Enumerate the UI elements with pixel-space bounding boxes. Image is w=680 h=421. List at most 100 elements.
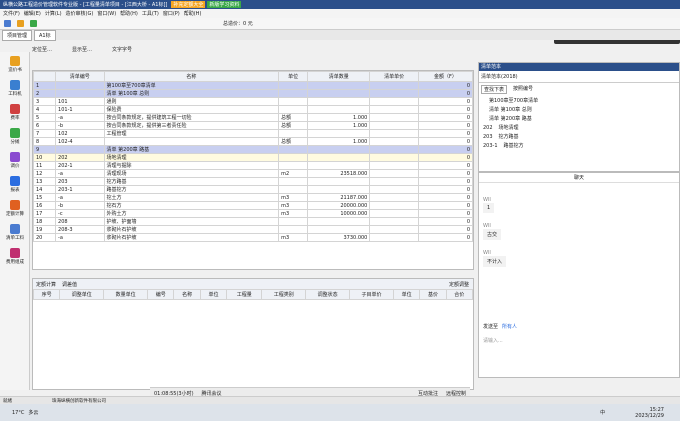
- cell-unit[interactable]: 总额: [278, 121, 309, 130]
- cell-name[interactable]: 第100章至700章清单: [103, 81, 280, 90]
- cell-price[interactable]: [369, 81, 419, 90]
- col-header[interactable]: 金额（F）: [417, 71, 473, 82]
- cell-price[interactable]: [369, 145, 419, 154]
- table-row[interactable]: 10 202 场地清理 0: [33, 153, 473, 162]
- sidebar-item-7[interactable]: 清单工料: [0, 220, 30, 244]
- cell-code[interactable]: [55, 89, 105, 98]
- cell-unit[interactable]: m3: [278, 193, 309, 202]
- cell-code[interactable]: 101-1: [55, 105, 105, 114]
- tab-quota-calc[interactable]: 定额计算: [36, 281, 56, 288]
- find-button[interactable]: 查找下表: [481, 85, 508, 94]
- sidebar-item-2[interactable]: 费率: [0, 100, 30, 124]
- cell-price[interactable]: [369, 169, 419, 178]
- chat-input[interactable]: 请输入...: [483, 337, 673, 367]
- cell-name[interactable]: 挖石方: [103, 201, 280, 210]
- table-row[interactable]: 19 208-3 浆砌片石护坡 0: [33, 225, 473, 234]
- cell-name[interactable]: 清单 第200章 路基: [103, 145, 280, 154]
- cell-qty[interactable]: 10000.000: [307, 209, 371, 218]
- menu-item-5[interactable]: 帮助(H): [120, 10, 138, 17]
- cell-unit[interactable]: 总额: [278, 113, 309, 122]
- cell-unit[interactable]: [278, 129, 309, 138]
- cell-price[interactable]: [369, 129, 419, 138]
- cell-code[interactable]: -b: [55, 121, 105, 130]
- cell-unit[interactable]: [278, 145, 309, 154]
- promo-button-1[interactable]: 补充定额大全: [171, 1, 206, 8]
- cell-price[interactable]: [369, 209, 419, 218]
- table-row[interactable]: 2 清单 第100章 总则 0: [33, 89, 473, 98]
- table-row[interactable]: 13 203 挖方路基 0: [33, 177, 473, 186]
- cell-price[interactable]: [369, 153, 419, 162]
- table-row[interactable]: 15 -a 挖土方 m3 21187.000 0: [33, 193, 473, 202]
- cell-qty[interactable]: [307, 161, 371, 170]
- cell-price[interactable]: [369, 185, 419, 194]
- cell-qty[interactable]: 23518.000: [307, 169, 371, 178]
- show-button[interactable]: 显示至…: [72, 46, 92, 53]
- cell-unit[interactable]: m3: [278, 233, 309, 242]
- cell-code[interactable]: 208: [55, 217, 105, 226]
- tree-item[interactable]: 202 场地清理: [479, 123, 679, 132]
- table-row[interactable]: 6 -b 按合同条款规定，提供第三者责任险 总额 1.000 0: [33, 121, 473, 130]
- cell-unit[interactable]: [278, 105, 309, 114]
- table-row[interactable]: 17 -c 外购土方 m3 10000.000 0: [33, 209, 473, 218]
- tab-adjust[interactable]: 调差值: [62, 281, 77, 288]
- cell-code[interactable]: 202: [55, 153, 105, 162]
- cell-code[interactable]: 102: [55, 129, 105, 138]
- template-combo[interactable]: 清单范本(2018): [479, 71, 679, 83]
- cell-name[interactable]: 清理现场: [103, 169, 280, 178]
- table-row[interactable]: 1 第100章至700章清单 0: [33, 81, 473, 90]
- table-row[interactable]: 9 清单 第200章 路基 0: [33, 145, 473, 154]
- cell-unit[interactable]: [278, 177, 309, 186]
- cell-price[interactable]: [369, 177, 419, 186]
- table-row[interactable]: 4 101-1 保险费 0: [33, 105, 473, 114]
- open-icon[interactable]: [17, 20, 24, 27]
- table-row[interactable]: 18 208 护坡、护面墙 0: [33, 217, 473, 226]
- cell-unit[interactable]: m3: [278, 201, 309, 210]
- new-icon[interactable]: [4, 20, 11, 27]
- cell-price[interactable]: [369, 217, 419, 226]
- ime-indicator[interactable]: 中: [600, 409, 605, 416]
- col-header[interactable]: 名称: [103, 71, 280, 82]
- cell-code[interactable]: -a: [55, 169, 105, 178]
- cell-qty[interactable]: 1.000: [307, 113, 371, 122]
- col-header[interactable]: 清单数量: [307, 71, 371, 82]
- cell-qty[interactable]: [307, 225, 371, 234]
- table-row[interactable]: 5 -a 按合同条款规定，提供建筑工程一切险 总额 1.000 0: [33, 113, 473, 122]
- sidebar-item-6[interactable]: 定额计算: [0, 196, 30, 220]
- cell-code[interactable]: [55, 81, 105, 90]
- cell-name[interactable]: 浆砌片石护坡: [103, 225, 280, 234]
- cell-price[interactable]: [369, 201, 419, 210]
- cell-price[interactable]: [369, 161, 419, 170]
- cell-name[interactable]: 外购土方: [103, 209, 280, 218]
- cell-code[interactable]: -b: [55, 201, 105, 210]
- cell-price[interactable]: [369, 137, 419, 146]
- save-icon[interactable]: [30, 20, 37, 27]
- cell-unit[interactable]: [278, 185, 309, 194]
- cell-price[interactable]: [369, 121, 419, 130]
- cell-qty[interactable]: [307, 217, 371, 226]
- menu-item-1[interactable]: 编辑(E): [24, 10, 41, 17]
- cell-qty[interactable]: [307, 81, 371, 90]
- menu-item-7[interactable]: 窗口(P): [163, 10, 180, 17]
- cell-qty[interactable]: [307, 129, 371, 138]
- cell-name[interactable]: 护坡、护面墙: [103, 217, 280, 226]
- cell-code[interactable]: 208-3: [55, 225, 105, 234]
- cell-price[interactable]: [369, 113, 419, 122]
- cell-unit[interactable]: [278, 161, 309, 170]
- cell-qty[interactable]: [307, 185, 371, 194]
- cell-code[interactable]: [55, 145, 105, 154]
- template-tree[interactable]: 第100章至700章清单 清单 第100章 总则 清单 第200章 路基 202 场地清…: [479, 96, 679, 150]
- cell-code[interactable]: -a: [55, 193, 105, 202]
- table-row[interactable]: 8 102-4 总额 1.000 0: [33, 137, 473, 146]
- col-header[interactable]: 单位: [278, 71, 309, 82]
- cell-qty[interactable]: [307, 97, 371, 106]
- cell-name[interactable]: [103, 137, 280, 146]
- cell-code[interactable]: 203-1: [55, 185, 105, 194]
- cell-name[interactable]: 浆砌片石护坡: [103, 233, 280, 242]
- cell-unit[interactable]: [278, 81, 309, 90]
- tree-item[interactable]: 第100章至700章清单: [479, 96, 679, 105]
- cell-name[interactable]: 工程管理: [103, 129, 280, 138]
- cell-name[interactable]: 挖方路基: [103, 177, 280, 186]
- table-row[interactable]: 20 -a 浆砌片石护坡 m3 3730.000 0: [33, 233, 473, 242]
- cell-unit[interactable]: [278, 225, 309, 234]
- cell-code[interactable]: -a: [55, 113, 105, 122]
